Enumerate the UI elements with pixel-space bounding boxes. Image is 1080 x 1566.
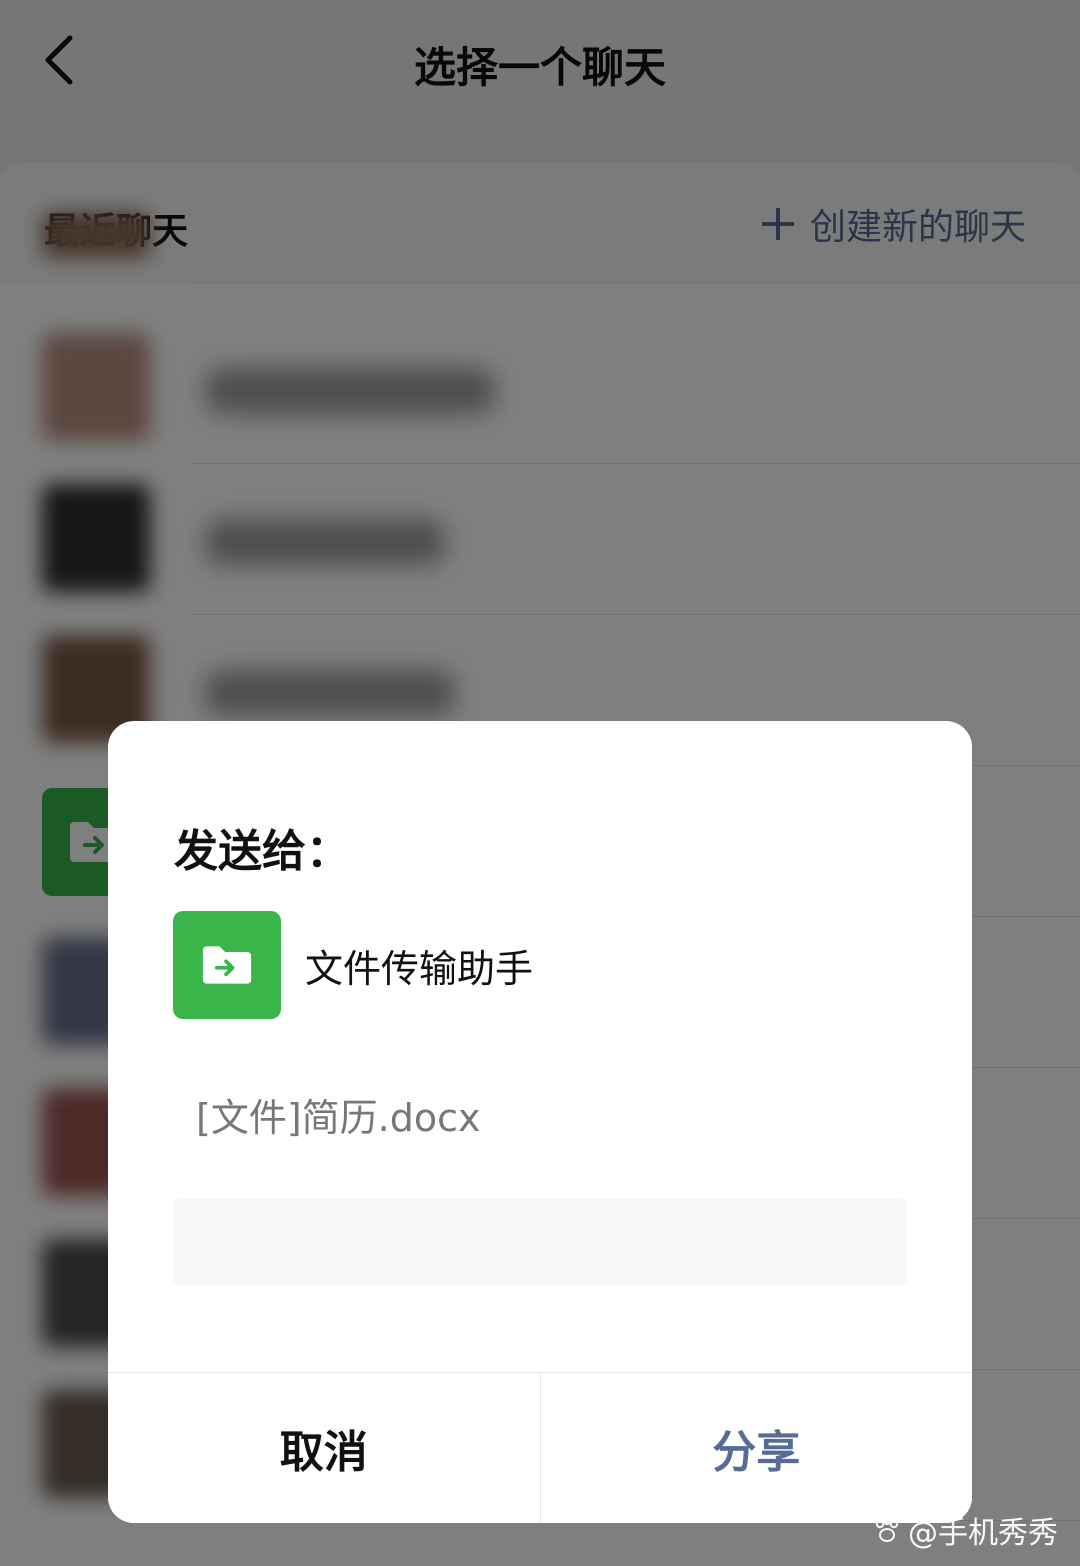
watermark-text: @手机秀秀	[908, 1516, 1058, 1551]
dialog-footer: 取消 分享	[108, 1372, 972, 1523]
paw-icon	[875, 1516, 899, 1542]
share-button[interactable]: 分享	[540, 1373, 972, 1523]
send-to-dialog: 发送给： 文件传输助手 [文件]简历.docx 取消 分享	[108, 721, 972, 1523]
recipient-avatar	[173, 911, 281, 1019]
folder-arrow-icon	[202, 946, 252, 984]
dialog-title: 发送给：	[174, 826, 350, 877]
file-info: [文件]简历.docx	[196, 1096, 481, 1140]
message-input[interactable]	[173, 1199, 907, 1285]
recipient: 文件传输助手	[173, 911, 533, 1019]
cancel-button[interactable]: 取消	[108, 1373, 541, 1523]
screen: 选择一个聊天 最近聊天 创建新的聊天	[0, 0, 1080, 1566]
recipient-name: 文件传输助手	[305, 946, 534, 991]
watermark: @手机秀秀	[872, 1508, 1058, 1552]
